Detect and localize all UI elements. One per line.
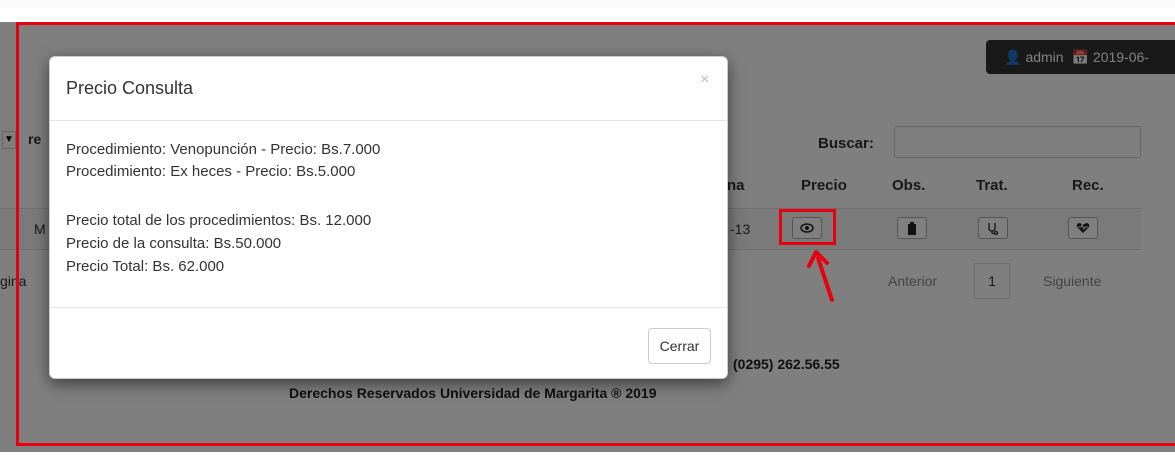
modal-line: Procedimiento: Venopunción - Precio: Bs.… bbox=[66, 141, 381, 158]
modal-line: Procedimiento: Ex heces - Precio: Bs.5.0… bbox=[66, 163, 356, 180]
modal-title: Precio Consulta bbox=[66, 78, 194, 98]
modal-footer: Cerrar bbox=[50, 307, 727, 379]
modal-line: Precio Total: Bs. 62.000 bbox=[66, 258, 225, 275]
precio-consulta-modal: Precio Consulta × Procedimiento: Venopun… bbox=[49, 56, 728, 379]
cerrar-button[interactable]: Cerrar bbox=[648, 328, 711, 364]
modal-line: Precio total de los procedimientos: Bs. … bbox=[66, 212, 372, 229]
modal-header: Precio Consulta × bbox=[50, 57, 727, 121]
top-strip bbox=[0, 0, 1175, 8]
close-icon[interactable]: × bbox=[700, 71, 709, 89]
modal-body: Procedimiento: Venopunción - Precio: Bs.… bbox=[50, 121, 727, 307]
modal-line: Precio de la consulta: Bs.50.000 bbox=[66, 235, 282, 252]
